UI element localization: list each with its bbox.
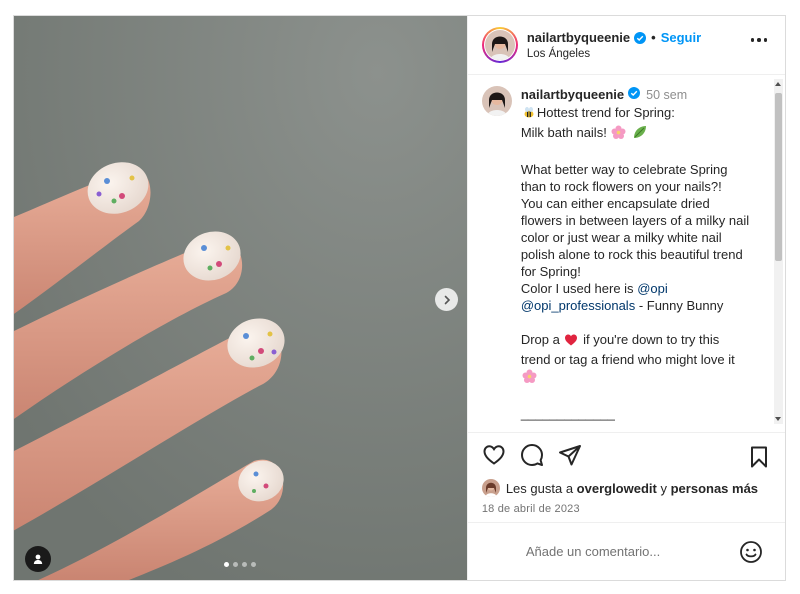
- mention-link[interactable]: @opi_professionals: [521, 298, 635, 313]
- scroll-up-icon[interactable]: [775, 82, 781, 86]
- cherry-blossom-emoji-icon: [522, 369, 537, 388]
- caption-line: Hottest trend for Spring:: [536, 105, 675, 120]
- carousel-dot: [242, 562, 247, 567]
- post-side-panel: nailartbyqueenie • Seguir Los Ángeles na…: [466, 16, 785, 580]
- user-icon: [33, 554, 43, 564]
- emoji-picker-icon[interactable]: [739, 540, 763, 569]
- comments-area: nailartbyqueenie 50 sem Hottest trend fo…: [468, 75, 785, 432]
- caption-line: trend or tag a friend who might love it: [520, 352, 735, 367]
- leaf-emoji-icon: [632, 125, 647, 144]
- liker-username[interactable]: overglowedit: [577, 481, 657, 496]
- caption-username[interactable]: nailartbyqueenie: [521, 86, 624, 103]
- post-time-ago[interactable]: 50 sem: [646, 87, 687, 104]
- caption-line: than to rock flowers on your nails?!: [520, 179, 722, 194]
- comment-icon[interactable]: [520, 443, 544, 467]
- likes-and: y: [660, 480, 667, 496]
- chevron-right-icon: [444, 295, 450, 304]
- caption-line: flowers in between layers of a milky nai…: [520, 213, 750, 228]
- caption-line: You can either encapsulate dried: [520, 196, 710, 211]
- caption-line: polish alone to rock this beautiful tren…: [520, 247, 743, 262]
- avatar[interactable]: [481, 86, 512, 116]
- share-icon[interactable]: [558, 443, 582, 467]
- likes-summary: Les gusta a overglowedit y personas más: [468, 476, 785, 500]
- caption-divider: _____________: [520, 406, 615, 421]
- caption-line: if you're down to try this: [583, 332, 720, 347]
- action-bar: [467, 432, 785, 476]
- carousel-dot: [224, 562, 229, 567]
- post-photo: [14, 16, 467, 580]
- scrollbar-thumb[interactable]: [775, 93, 782, 261]
- caption: nailartbyqueenie 50 sem Hottest trend fo…: [481, 86, 769, 422]
- next-media-button[interactable]: [435, 288, 458, 311]
- author-username[interactable]: nailartbyqueenie: [527, 30, 630, 45]
- likes-prefix: Les gusta a: [505, 480, 574, 496]
- heart-icon[interactable]: [482, 443, 506, 467]
- follow-button[interactable]: Seguir: [661, 30, 701, 45]
- verified-badge-icon: [634, 31, 647, 44]
- author-avatar-ring[interactable]: [481, 27, 518, 63]
- scroll-down-icon[interactable]: [775, 417, 781, 421]
- more-options-icon[interactable]: [750, 38, 767, 42]
- cherry-blossom-emoji-icon: [611, 125, 626, 144]
- comment-input[interactable]: [525, 544, 769, 559]
- bookmark-icon[interactable]: [749, 446, 769, 473]
- separator-dot: •: [651, 30, 656, 45]
- post-location[interactable]: Los Ángeles: [527, 48, 701, 60]
- likes-others-link[interactable]: personas más: [671, 481, 758, 496]
- caption-line: Drop a: [520, 332, 560, 347]
- carousel-dot: [233, 562, 238, 567]
- caption-line: - Funny Bunny: [635, 298, 724, 313]
- mention-link[interactable]: @opi: [637, 281, 668, 296]
- post-dialog: nailartbyqueenie • Seguir Los Ángeles na…: [13, 15, 786, 581]
- caption-line: for Spring!: [520, 264, 581, 279]
- caption-line: color or just wear a milky white nail: [520, 230, 722, 245]
- post-date[interactable]: 18 de abril de 2023: [468, 503, 785, 515]
- bee-emoji-icon: [522, 106, 536, 124]
- verified-badge-icon: [628, 87, 641, 99]
- carousel-dot: [251, 562, 256, 567]
- post-media: [14, 16, 467, 580]
- post-header: nailartbyqueenie • Seguir Los Ángeles: [467, 16, 785, 75]
- avatar[interactable]: [481, 479, 500, 497]
- caption-line: Milk bath nails!: [520, 125, 607, 140]
- caption-line: What better way to celebrate Spring: [520, 162, 728, 177]
- comments-scrollbar[interactable]: [774, 79, 783, 424]
- avatar: [484, 30, 515, 60]
- carousel-indicator: [224, 562, 256, 567]
- tagged-users-button[interactable]: [25, 546, 51, 572]
- red-heart-emoji-icon: [564, 333, 578, 351]
- add-comment-box: [467, 522, 785, 580]
- caption-line: Color I used here is: [520, 281, 634, 296]
